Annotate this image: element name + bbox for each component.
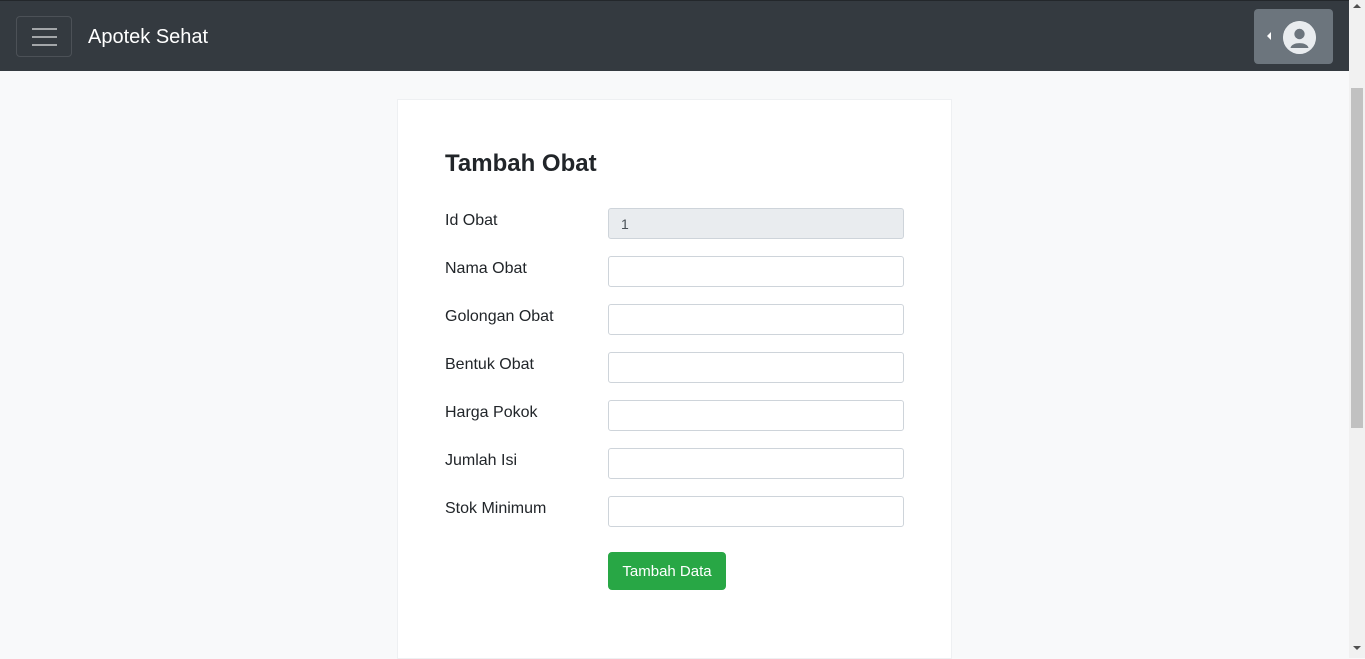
stok-minimum-field[interactable] <box>608 496 904 527</box>
harga-pokok-field[interactable] <box>608 400 904 431</box>
scrollbar-thumb[interactable] <box>1351 88 1363 428</box>
hamburger-line <box>32 36 57 38</box>
scroll-down-arrow-icon[interactable] <box>1353 646 1361 650</box>
bentuk-obat-label: Bentuk Obat <box>445 356 534 373</box>
stok-minimum-label: Stok Minimum <box>445 500 547 517</box>
vertical-scrollbar[interactable] <box>1349 0 1365 658</box>
tambah-data-button[interactable]: Tambah Data <box>608 552 726 590</box>
user-menu-button[interactable] <box>1254 9 1333 64</box>
top-navbar: Apotek Sehat <box>0 0 1349 71</box>
hamburger-line <box>32 28 57 30</box>
nama-obat-label: Nama Obat <box>445 260 527 277</box>
golongan-obat-label: Golongan Obat <box>445 308 554 325</box>
golongan-obat-field[interactable] <box>608 304 904 335</box>
jumlah-isi-label: Jumlah Isi <box>445 452 518 469</box>
brand-title[interactable]: Apotek Sehat <box>88 25 208 49</box>
bentuk-obat-field[interactable] <box>608 352 904 383</box>
id-obat-label: Id Obat <box>445 212 498 229</box>
jumlah-isi-field[interactable] <box>608 448 904 479</box>
page-title: Tambah Obat <box>445 150 597 177</box>
scroll-up-arrow-icon[interactable] <box>1353 4 1361 8</box>
id-obat-field[interactable] <box>608 208 904 239</box>
hamburger-menu-icon[interactable] <box>16 16 72 57</box>
caret-left-icon <box>1267 32 1271 40</box>
harga-pokok-label: Harga Pokok <box>445 404 538 421</box>
hamburger-line <box>32 44 57 46</box>
user-circle-icon <box>1283 21 1316 54</box>
nama-obat-field[interactable] <box>608 256 904 287</box>
